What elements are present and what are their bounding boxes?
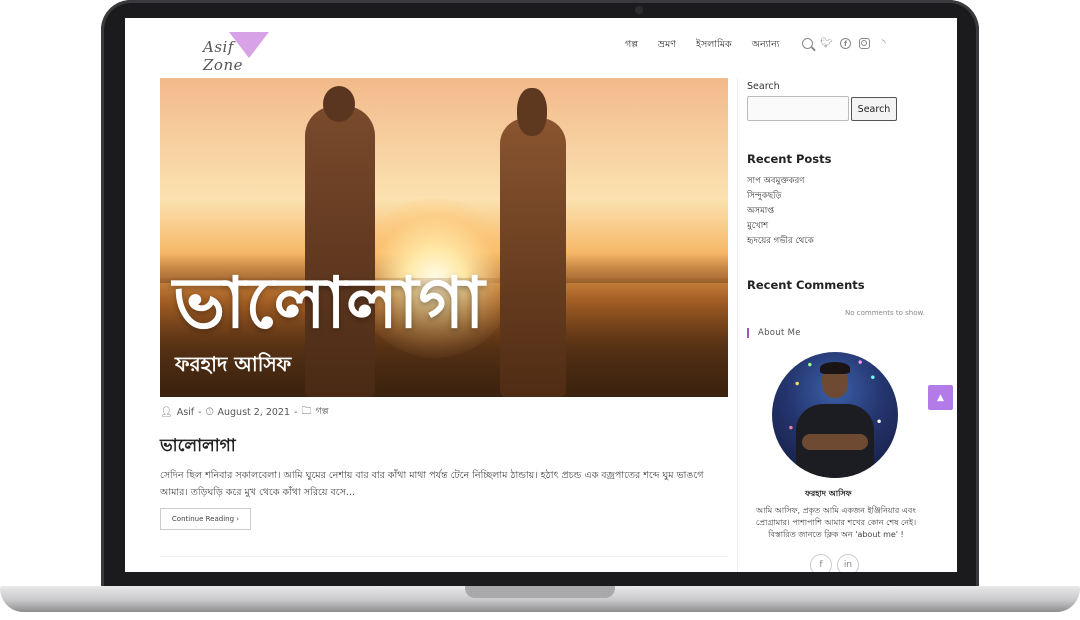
site-logo[interactable]: Asif Zone <box>201 30 271 74</box>
post-date: August 2, 2021 <box>217 407 291 418</box>
browser-viewport: Asif Zone গল্প ভ্রমণ ইসলামিক অন্যান্য 🐦︎… <box>125 18 957 572</box>
recent-post-link[interactable]: সাপ অবমুক্তকরণ <box>747 174 814 189</box>
about-name: ফরহাদ আসিফ <box>805 489 852 498</box>
about-me-heading: About Me <box>747 328 801 338</box>
post-title[interactable]: ভালোলাগা <box>160 433 236 461</box>
recent-posts-heading: Recent Posts <box>747 152 832 166</box>
search-label: Search <box>747 81 780 92</box>
clock-icon: 🕓︎ <box>205 407 214 418</box>
folder-icon: 🗀 <box>301 406 312 417</box>
main-nav: গল্প ভ্রমণ ইসলামিক অন্যান্য <box>625 38 780 53</box>
sidebar-divider <box>737 78 738 572</box>
continue-reading-button[interactable]: Continue Reading › <box>160 508 251 530</box>
recent-post-link[interactable]: হৃদয়ের গভীর থেকে <box>747 234 814 249</box>
hero-subtitle: ফরহাদ আসিফ <box>175 352 292 376</box>
hero-title: ভালোলাগা <box>173 262 485 344</box>
about-bio: আমি আসিফ, প্রকৃত আমি একজন ইঞ্জিনিয়ার এব… <box>755 506 917 539</box>
facebook-icon[interactable]: f <box>810 554 832 572</box>
chevron-right-icon: › <box>234 515 240 523</box>
laptop-notch <box>465 586 615 598</box>
continue-reading-label: Continue Reading <box>171 515 235 523</box>
woman-silhouette <box>500 118 566 397</box>
avatar-arms <box>802 434 868 450</box>
post-author[interactable]: Asif <box>177 407 194 418</box>
twitter-icon[interactable]: 🐦︎ <box>820 38 833 49</box>
post-divider <box>160 556 728 557</box>
rss-icon[interactable]: ◝ <box>878 38 889 49</box>
man-head <box>323 86 355 122</box>
nav-item-vromon[interactable]: ভ্রমণ <box>658 38 676 53</box>
meta-separator: - <box>198 407 202 418</box>
webcam <box>635 6 643 14</box>
recent-post-link[interactable]: অসমাপ্ত <box>747 204 814 219</box>
recent-post-link[interactable]: সিন্দুকছড়ি <box>747 189 814 204</box>
laptop-frame: Asif Zone গল্প ভ্রমণ ইসলামিক অন্যান্য 🐦︎… <box>0 0 1080 620</box>
post-excerpt: সেদিন ছিল শনিবার সকালবেলা। আমি ঘুমের নেশ… <box>160 470 704 498</box>
meta-separator: - <box>294 407 298 418</box>
avatar-hair <box>820 362 850 374</box>
nav-item-others[interactable]: অন্যান্য <box>752 38 780 53</box>
search-input[interactable] <box>747 96 849 121</box>
linkedin-icon[interactable]: in <box>837 554 859 572</box>
nav-item-islamic[interactable]: ইসলামিক <box>696 38 732 53</box>
recent-post-link[interactable]: মুখোশ <box>747 219 814 234</box>
post-meta: 👤︎ Asif - 🕓︎ August 2, 2021 - 🗀 গল্প <box>160 404 328 421</box>
instagram-icon[interactable] <box>859 38 870 49</box>
logo-text: Asif Zone <box>203 38 243 74</box>
scroll-to-top-button[interactable]: ▲ <box>928 385 953 410</box>
chevron-up-icon: ▲ <box>937 392 944 403</box>
recent-comments-heading: Recent Comments <box>747 278 865 292</box>
post-category[interactable]: গল্প <box>315 405 328 420</box>
facebook-icon[interactable]: f <box>840 38 851 49</box>
header-icons: 🐦︎ f ◝ <box>802 38 889 49</box>
avatar <box>772 352 898 478</box>
recent-posts-list: সাপ অবমুক্তকরণ সিন্দুকছড়ি অসমাপ্ত মুখোশ… <box>747 174 814 249</box>
featured-image[interactable]: ভালোলাগা ফরহাদ আসিফ <box>160 78 728 397</box>
woman-head <box>517 88 547 136</box>
man-silhouette <box>305 106 375 397</box>
search-icon[interactable] <box>802 38 813 49</box>
search-button[interactable]: Search <box>851 97 897 121</box>
no-comments-text: No comments to show. <box>845 309 925 317</box>
nav-item-golpo[interactable]: গল্প <box>625 38 638 53</box>
user-icon: 👤︎ <box>160 407 173 418</box>
